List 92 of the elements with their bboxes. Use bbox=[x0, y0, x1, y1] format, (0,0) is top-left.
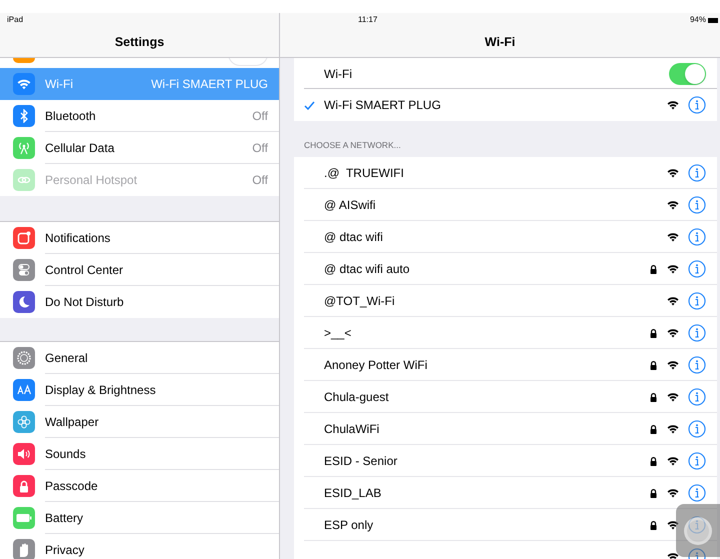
section-header: CHOOSE A NETWORK... bbox=[304, 139, 401, 152]
battery-percentage: 94% bbox=[690, 14, 706, 26]
info-icon[interactable] bbox=[688, 356, 706, 374]
settings-row[interactable]: Do Not Disturb bbox=[0, 286, 279, 318]
wifi-signal-icon bbox=[667, 168, 679, 178]
network-name: ChulaWiFi bbox=[324, 421, 380, 438]
network-row[interactable]: @ dtac wifi auto bbox=[294, 253, 717, 285]
info-icon[interactable] bbox=[688, 96, 706, 114]
wifi-signal-icon bbox=[667, 456, 679, 466]
settings-row[interactable]: Cellular Data Off bbox=[0, 132, 279, 164]
wifi-signal-icon bbox=[667, 328, 679, 338]
setting-label: Wallpaper bbox=[45, 414, 99, 431]
setting-value: Off bbox=[252, 108, 268, 125]
settings-row[interactable]: General bbox=[0, 342, 279, 374]
setting-label: Privacy bbox=[45, 542, 84, 559]
network-name: @ AISwifi bbox=[324, 197, 376, 214]
info-icon[interactable] bbox=[688, 196, 706, 214]
network-name: ESID_LAB bbox=[324, 485, 382, 502]
network-row[interactable]: @TOT_Wi-Fi bbox=[294, 285, 717, 317]
info-icon[interactable] bbox=[688, 484, 706, 502]
wifi-signal-icon bbox=[667, 392, 679, 402]
setting-label: General bbox=[45, 350, 88, 367]
info-icon[interactable] bbox=[688, 164, 706, 182]
wifi-signal-icon bbox=[667, 264, 679, 274]
settings-row[interactable]: Bluetooth Off bbox=[0, 100, 279, 132]
wifi-signal-icon bbox=[667, 520, 679, 530]
device-name: iPad bbox=[7, 14, 24, 26]
status-time: 11:17 bbox=[358, 14, 378, 26]
settings-row[interactable]: Display & Brightness bbox=[0, 374, 279, 406]
setting-label: Personal Hotspot bbox=[45, 172, 138, 189]
wifi-signal-icon bbox=[667, 424, 679, 434]
info-icon[interactable] bbox=[688, 228, 706, 246]
network-row[interactable]: ChulaWiFi bbox=[294, 413, 717, 445]
network-row[interactable]: Chula-guest bbox=[294, 381, 717, 413]
wifi-signal-icon bbox=[667, 488, 679, 498]
settings-row[interactable]: Wallpaper bbox=[0, 406, 279, 438]
setting-value: Wi-Fi SMAERT PLUG bbox=[151, 76, 268, 93]
settings-row[interactable]: Privacy bbox=[0, 534, 279, 559]
network-row[interactable]: ESID_LAB bbox=[294, 477, 717, 509]
network-row[interactable]: @ dtac wifi bbox=[294, 221, 717, 253]
network-row[interactable]: Anoney Potter WiFi bbox=[294, 349, 717, 381]
setting-label: Control Center bbox=[45, 262, 124, 279]
setting-value: Off bbox=[252, 140, 268, 157]
settings-row[interactable]: Sounds bbox=[0, 438, 279, 470]
network-row[interactable]: ESID - Senior bbox=[294, 445, 717, 477]
setting-label: Cellular Data bbox=[45, 140, 114, 157]
network-name: @TOT_Wi-Fi bbox=[324, 293, 395, 310]
network-row[interactable]: .@ TRUEWIFI bbox=[294, 157, 717, 189]
setting-label: Bluetooth bbox=[45, 108, 96, 125]
setting-label: Display & Brightness bbox=[45, 382, 156, 399]
page-title: Wi-Fi bbox=[484, 34, 516, 50]
setting-label: Passcode bbox=[45, 478, 98, 495]
wifi-signal-icon bbox=[667, 296, 679, 306]
wifi-signal-icon bbox=[667, 100, 679, 110]
wifi-signal-icon bbox=[667, 360, 679, 370]
settings-row[interactable]: Passcode bbox=[0, 470, 279, 502]
network-row[interactable]: Wi-Fi SMAERT PLUG bbox=[294, 89, 717, 121]
settings-row[interactable]: Control Center bbox=[0, 254, 279, 286]
assistive-touch-button[interactable] bbox=[676, 504, 720, 557]
network-name: >__< bbox=[324, 325, 352, 342]
network-row[interactable]: @ AISwifi bbox=[294, 189, 717, 221]
info-icon[interactable] bbox=[688, 324, 706, 342]
wifi-signal-icon bbox=[667, 232, 679, 242]
setting-label: Sounds bbox=[45, 446, 86, 463]
wifi-signal-icon bbox=[667, 552, 679, 559]
network-name: @ dtac wifi bbox=[324, 229, 383, 246]
network-name: @ dtac wifi auto bbox=[324, 261, 410, 278]
setting-label: Wi-Fi bbox=[45, 76, 73, 93]
network-name: ESID - Senior bbox=[324, 453, 398, 470]
network-row[interactable]: >__< bbox=[294, 317, 717, 349]
setting-label: Battery bbox=[45, 510, 84, 527]
network-name: Anoney Potter WiFi bbox=[324, 357, 428, 374]
setting-label: Do Not Disturb bbox=[45, 294, 124, 311]
info-icon[interactable] bbox=[688, 388, 706, 406]
info-icon[interactable] bbox=[688, 420, 706, 438]
network-row[interactable]: ESP only bbox=[294, 509, 717, 541]
settings-row[interactable]: Battery bbox=[0, 502, 279, 534]
info-icon[interactable] bbox=[688, 452, 706, 470]
network-name: Chula-guest bbox=[324, 389, 389, 406]
network-name: Wi-Fi SMAERT PLUG bbox=[324, 97, 441, 114]
setting-label: Notifications bbox=[45, 230, 110, 247]
settings-row[interactable]: Notifications bbox=[0, 222, 279, 254]
setting-value: Off bbox=[252, 172, 268, 189]
info-icon[interactable] bbox=[688, 292, 706, 310]
network-name: ESP only bbox=[324, 517, 374, 534]
sidebar-title: Settings bbox=[114, 34, 164, 50]
wifi-toggle[interactable] bbox=[669, 62, 706, 84]
wifi-label: Wi-Fi bbox=[324, 66, 352, 82]
wifi-signal-icon bbox=[667, 200, 679, 210]
info-icon[interactable] bbox=[688, 260, 706, 278]
battery-icon bbox=[708, 18, 718, 22]
network-name: .@ TRUEWIFI bbox=[324, 165, 404, 182]
